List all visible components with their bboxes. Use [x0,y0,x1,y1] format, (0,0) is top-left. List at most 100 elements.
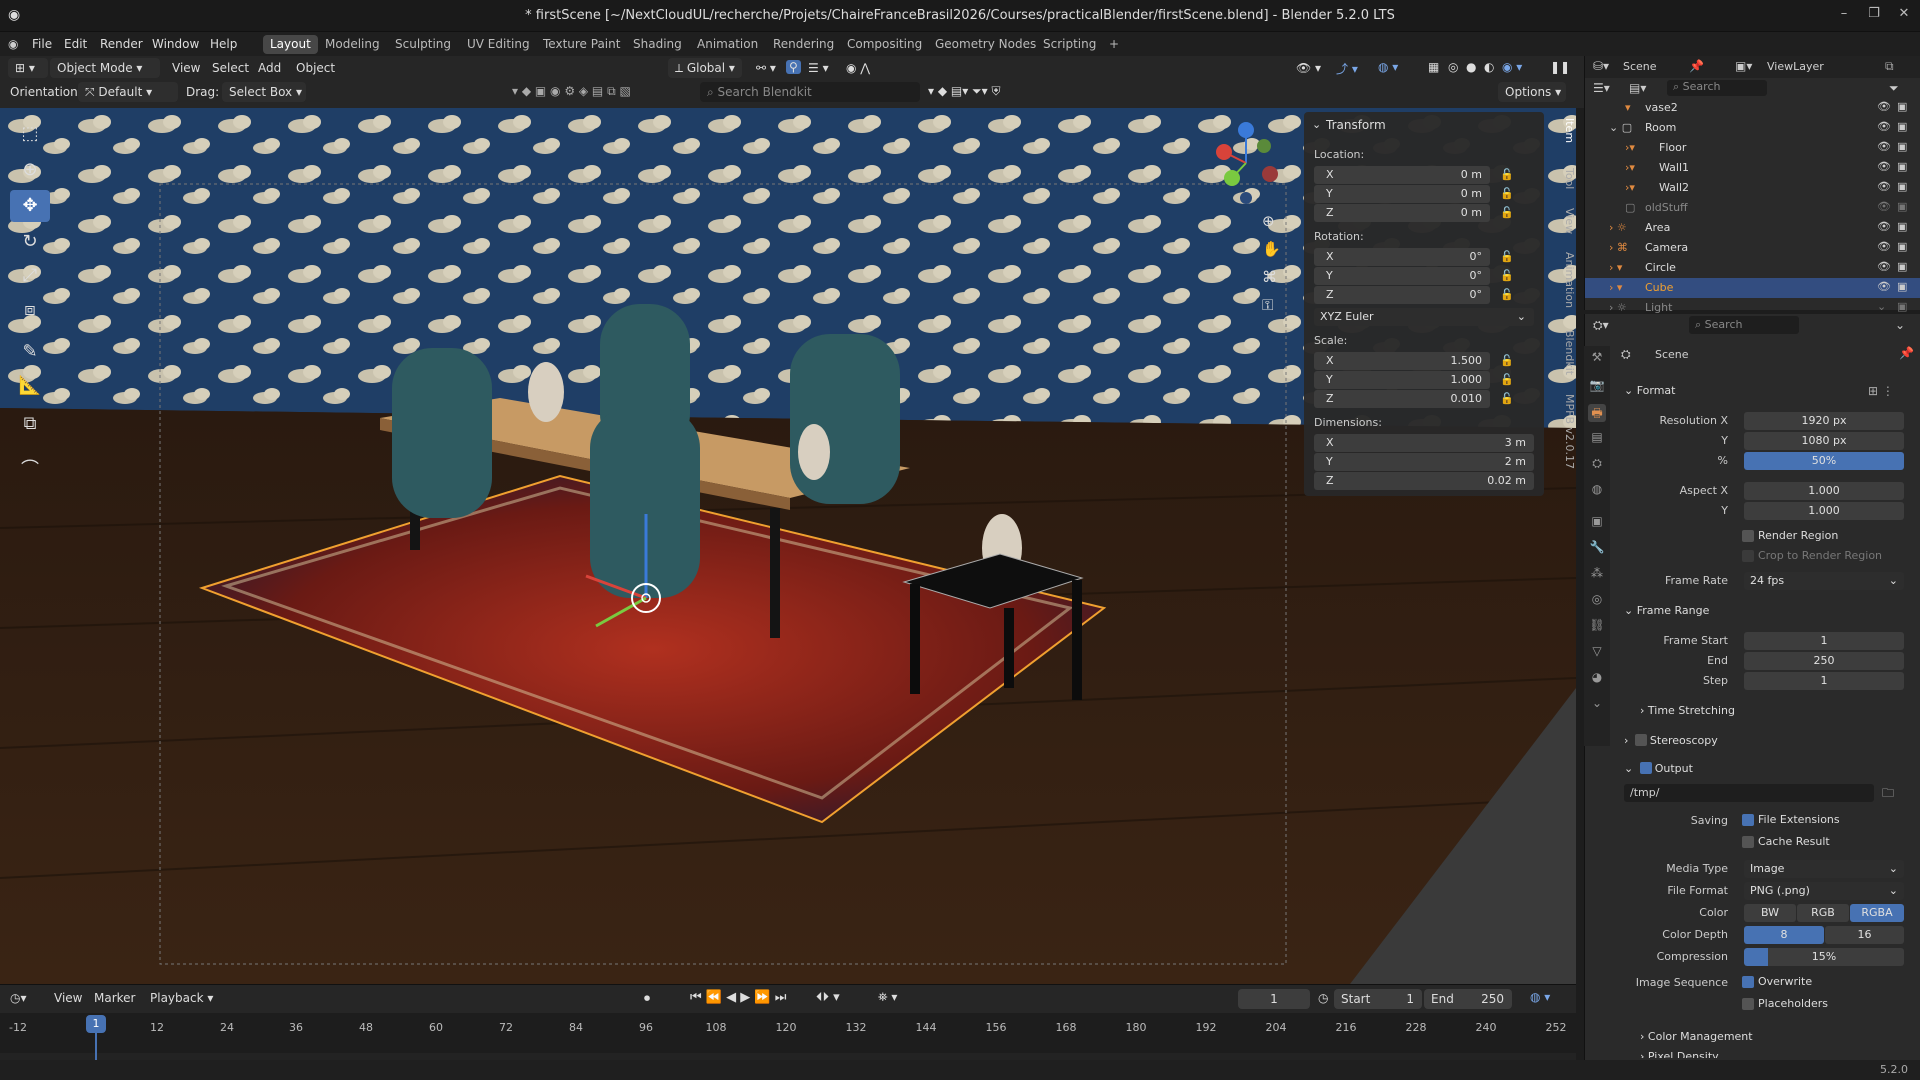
aspect-x-field[interactable]: 1.000 [1744,482,1904,500]
orientation-dropdown[interactable]: ⤧ Default ▾ [78,82,178,102]
tab-animation[interactable]: Animation [690,35,765,54]
record-icon[interactable]: ⏺ [644,991,650,1006]
minimize-icon[interactable]: – [1832,6,1856,26]
blendkit-search-input[interactable]: ⌕ Search Blendkit [700,82,920,102]
scale-x-field[interactable]: X 1.500 [1314,352,1490,370]
color-rgba-button[interactable]: RGBA [1850,904,1904,922]
outliner-row-selected[interactable]: › ▾ Cube 👁 ▣ [1585,278,1920,298]
tab-compositing[interactable]: Compositing [840,35,929,54]
lock-icon[interactable]: 🔓 [1500,373,1514,386]
render-icon[interactable]: ▣ [1897,160,1907,173]
render-icon[interactable]: ▣ [1897,220,1907,233]
tab-rendering[interactable]: Rendering [766,35,841,54]
placeholders-checkbox[interactable] [1742,998,1754,1010]
rotation-y-field[interactable]: Y 0° [1314,267,1490,285]
menu-object[interactable]: Object [296,61,335,75]
tab-sculpting[interactable]: Sculpting [388,35,458,54]
shading-rendered-icon[interactable]: ◉ ▾ [1502,60,1522,74]
eye-icon[interactable]: 👁 [1877,280,1891,293]
dimensions-x-field[interactable]: X3 m [1314,434,1534,452]
lock-icon[interactable]: 🔓 [1500,392,1514,405]
render-icon[interactable]: ▣ [1897,200,1907,213]
measure-icon[interactable]: 📐 [10,370,50,402]
annotate-icon[interactable]: ✎ [10,336,50,368]
color-rgb-button[interactable]: RGB [1797,904,1849,922]
tab-modeling[interactable]: Modeling [318,35,387,54]
start-frame-field[interactable]: Start 1 [1334,989,1422,1009]
media-type-dropdown[interactable]: Image ⌄ [1744,860,1904,878]
resolution-percent-slider[interactable]: 50% [1744,452,1904,470]
render-icon[interactable]: ▣ [1897,100,1907,113]
transform-icon[interactable]: ⧈ [10,294,50,326]
eye-icon[interactable]: 👁 [1877,120,1891,133]
physics-tab-icon[interactable]: ◎ [1588,592,1606,610]
proportional-edit-icon[interactable]: ◉ ⋀ [846,61,870,75]
display-mode-icon[interactable]: ☰▾ [1593,81,1610,95]
tab-scripting[interactable]: Scripting [1036,35,1103,54]
select-box-icon[interactable]: ⬚ [10,118,50,150]
frame-end-field[interactable]: 250 [1744,652,1904,670]
camera-view-icon[interactable]: ⌘ [1262,268,1277,286]
rotation-x-field[interactable]: X 0° [1314,248,1490,266]
tab-geometry-nodes[interactable]: Geometry Nodes [928,35,1043,54]
pan-hand-icon[interactable]: ✋ [1262,240,1281,258]
eye-icon[interactable]: 👁 [1877,200,1891,213]
render-icon[interactable]: ▣ [1897,180,1907,193]
outliner-row[interactable]: › ▾ Circle 👁 ▣ [1585,258,1920,278]
lock-view-icon[interactable]: ⚿ [1262,296,1273,314]
render-icon[interactable]: ▣ [1897,240,1907,253]
rotation-mode-dropdown[interactable]: XYZ Euler ⌄ [1314,308,1534,326]
frame-step-field[interactable]: 1 [1744,672,1904,690]
lock-icon[interactable]: 🔓 [1500,354,1514,367]
eye-icon[interactable]: 👁 [1877,260,1891,273]
pin-icon[interactable]: 📌 [1689,59,1704,73]
outliner-search-input[interactable]: ⌕ Search [1667,80,1767,96]
material-tab-icon[interactable]: ◕ [1588,670,1606,688]
lock-icon[interactable]: 🔓 [1500,187,1514,200]
rotation-z-field[interactable]: Z 0° [1314,286,1490,304]
gizmo-toggle-icon[interactable]: ⤴ ▾ [1336,60,1358,77]
output-tab-icon[interactable]: 🖶 [1588,404,1606,422]
blendkit-filter-icons[interactable]: ▾ ◆ ▤▾ ⏷▾ ⛨ [928,84,1001,99]
current-frame-field[interactable]: 1 [1238,989,1310,1009]
lock-icon[interactable]: 🔓 [1500,206,1514,219]
lock-icon[interactable]: 🔓 [1500,250,1514,263]
timeline-options-icon[interactable]: ◍ ▾ [1530,990,1550,1004]
menu-edit[interactable]: Edit [64,37,87,51]
constraints-tab-icon[interactable]: ⛓ [1588,618,1606,636]
location-z-field[interactable]: Z0 m [1314,204,1490,222]
outliner-row[interactable]: ▢ oldStuff 👁 ▣ [1585,198,1920,218]
modifier-tab-icon[interactable]: 🔧 [1588,540,1606,558]
tab-shading[interactable]: Shading [626,35,689,54]
outliner-row[interactable]: › ⌘ Camera 👁 ▣ [1585,238,1920,258]
curve-icon[interactable]: ⌒ [10,454,50,486]
render-icon[interactable]: ▣ [1897,140,1907,153]
visibility-icon[interactable]: 👁 ▾ [1296,61,1321,75]
properties-options-icon[interactable]: ⌄ [1895,318,1905,332]
resolution-x-field[interactable]: 1920 px [1744,412,1904,430]
overlay-toggle-icon[interactable]: ◍ ▾ [1378,60,1398,74]
rotate-icon[interactable]: ↻ [10,226,50,258]
tab-tool[interactable]: Tool [1552,168,1576,189]
menu-help[interactable]: Help [210,37,237,51]
tab-view[interactable]: View [1552,208,1576,234]
location-x-field[interactable]: X0 m [1314,166,1490,184]
tab-animation[interactable]: Animation [1552,252,1576,308]
shading-material-icon[interactable]: ◐ [1484,60,1494,74]
lock-icon[interactable]: 🔓 [1500,168,1514,181]
view-layer-name[interactable]: ViewLayer [1767,60,1824,73]
lock-icon[interactable]: 🔓 [1500,269,1514,282]
frame-start-field[interactable]: 1 [1744,632,1904,650]
color-bw-button[interactable]: BW [1744,904,1796,922]
add-workspace-button[interactable]: + [1102,35,1126,54]
frame-rate-dropdown[interactable]: 24 fps ⌄ [1744,572,1904,590]
output-section-header[interactable]: ⌄ Output [1624,760,1693,775]
options-dropdown[interactable]: Options ▾ [1498,82,1566,102]
texture-tab-icon[interactable]: ⌄ [1588,696,1606,714]
maximize-icon[interactable]: ❐ [1862,6,1886,26]
render-icon[interactable]: ▣ [1897,300,1907,313]
scale-z-field[interactable]: Z 0.010 [1314,390,1490,408]
pixel-density-subpanel[interactable]: › Pixel Density [1640,1050,1719,1058]
outliner-row[interactable]: ›▾ Floor 👁 ▣ [1585,138,1920,158]
keyframe-nav-icons[interactable]: ⏴⏵ ▾ [816,990,840,1005]
